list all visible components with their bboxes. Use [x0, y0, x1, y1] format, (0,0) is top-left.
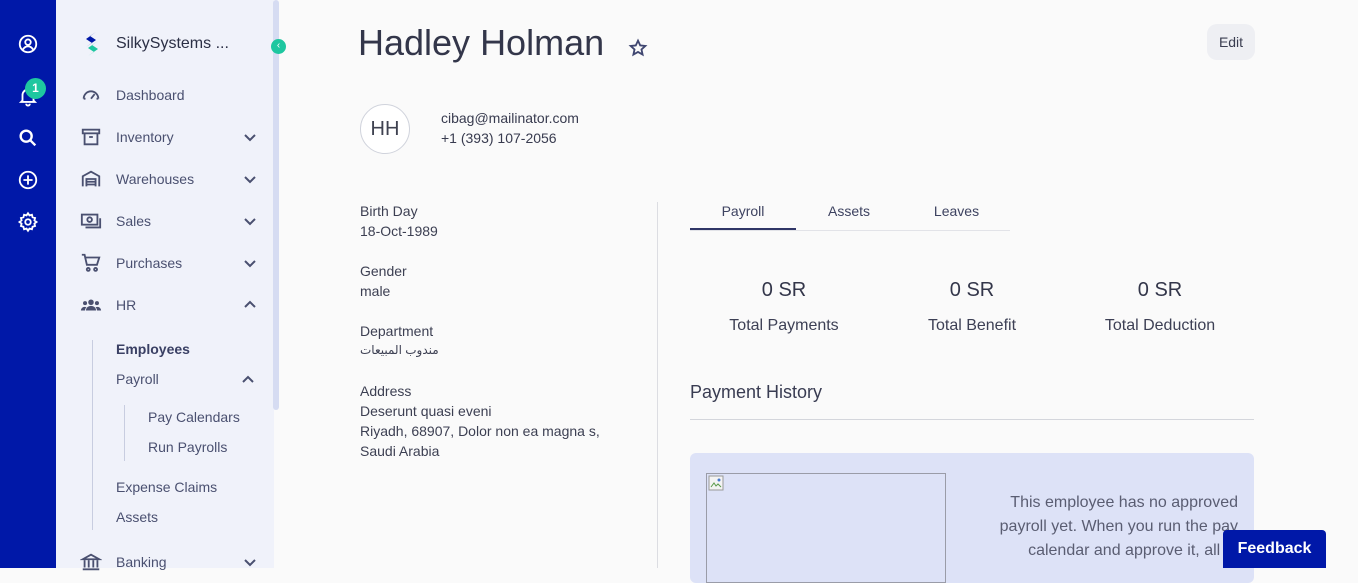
- submenu-line: [92, 340, 93, 530]
- sidebar-item-purchases[interactable]: Purchases: [80, 251, 260, 275]
- chevron-up-icon[interactable]: [240, 372, 256, 388]
- people-icon: [80, 294, 102, 316]
- sidebar-item-employees[interactable]: Employees: [116, 341, 190, 357]
- email-text: cibag@mailinator.com: [441, 110, 579, 126]
- empty-state-image: [706, 473, 946, 583]
- search-icon[interactable]: [17, 127, 39, 149]
- sidebar-item-payroll[interactable]: Payroll: [116, 371, 159, 387]
- sidebar-item-label: Sales: [116, 213, 152, 229]
- birthday-label: Birth Day: [360, 203, 418, 219]
- total-benefit-value: 0 SR: [949, 279, 995, 301]
- sidebar-item-label: Dashboard: [116, 87, 185, 103]
- brand[interactable]: SilkySystems ...: [82, 30, 229, 58]
- chevron-down-icon: [244, 218, 256, 226]
- birthday-value: 18-Oct-1989: [360, 223, 438, 239]
- brand-logo-icon: [86, 32, 98, 56]
- chevron-down-icon: [244, 260, 256, 268]
- sidebar-item-run-payrolls[interactable]: Run Payrolls: [148, 439, 227, 455]
- total-deduction-label: Total Deduction: [1104, 317, 1216, 334]
- divider: [657, 202, 658, 568]
- icon-rail: 1: [0, 0, 56, 568]
- address-line-2: Riyadh, 68907, Dolor non ea magna s,: [360, 423, 600, 439]
- sidebar-item-assets[interactable]: Assets: [116, 509, 158, 525]
- total-deduction-value: 0 SR: [1137, 279, 1183, 301]
- empty-state-text: This employee has no approved payroll ye…: [999, 494, 1238, 559]
- notification-badge: 1: [25, 78, 46, 99]
- address-line-1: Deserunt quasi eveni: [360, 403, 492, 419]
- speedometer-icon: [80, 84, 102, 106]
- bank-icon: [80, 551, 102, 573]
- phone-text: +1 (393) 107-2056: [441, 130, 557, 146]
- department-label: Department: [360, 323, 434, 339]
- divider: [690, 419, 1254, 420]
- address-line-3: Saudi Arabia: [360, 443, 440, 459]
- sidebar-item-expense-claims[interactable]: Expense Claims: [116, 479, 217, 495]
- gender-label: Gender: [360, 263, 407, 279]
- tabs-baseline: [690, 230, 1010, 231]
- submenu-line: [124, 405, 125, 461]
- gender-value: male: [360, 283, 391, 299]
- sidebar-item-label: HR: [116, 297, 137, 313]
- broken-image-icon: [708, 475, 724, 491]
- active-tab-indicator: [690, 228, 796, 230]
- add-circle-icon[interactable]: [17, 169, 39, 191]
- address-label: Address: [360, 383, 412, 399]
- account-circle-icon[interactable]: [17, 33, 39, 55]
- sidebar-item-sales[interactable]: Sales: [80, 209, 260, 233]
- total-benefit-label: Total Benefit: [927, 317, 1017, 334]
- edit-button[interactable]: Edit: [1207, 24, 1255, 60]
- tab-leaves[interactable]: Leaves: [903, 203, 1010, 219]
- feedback-button[interactable]: Feedback: [1223, 530, 1326, 568]
- total-payments-value: 0 SR: [761, 279, 807, 301]
- chevron-down-icon: [244, 176, 256, 184]
- sidebar-item-label: Inventory: [116, 129, 174, 145]
- avatar: HH: [360, 104, 410, 154]
- tab-payroll[interactable]: Payroll: [690, 203, 796, 219]
- sidebar-item-hr[interactable]: HR: [80, 293, 260, 317]
- chevron-up-icon: [244, 300, 256, 308]
- sidebar-item-pay-calendars[interactable]: Pay Calendars: [148, 409, 240, 425]
- sidebar-item-dashboard[interactable]: Dashboard: [80, 83, 260, 107]
- sidebar-item-inventory[interactable]: Inventory: [80, 125, 260, 149]
- sidebar-scrollbar[interactable]: [273, 0, 279, 410]
- sidebar-item-warehouses[interactable]: Warehouses: [80, 167, 260, 191]
- warehouse-icon: [80, 168, 102, 190]
- total-payments-label: Total Payments: [729, 317, 839, 334]
- cash-icon: [80, 210, 102, 232]
- page-title: Hadley Holman: [358, 22, 605, 63]
- department-value: مندوب المبيعات: [360, 343, 439, 357]
- payment-history-title: Payment History: [690, 382, 823, 402]
- star-icon[interactable]: [627, 37, 649, 59]
- collapse-sidebar-button[interactable]: ‹: [271, 39, 286, 54]
- archive-icon: [80, 126, 102, 148]
- brand-name: SilkySystems ...: [116, 35, 229, 52]
- sidebar-item-label: Warehouses: [116, 171, 195, 187]
- tab-assets[interactable]: Assets: [796, 203, 902, 219]
- sidebar-item-label: Purchases: [116, 255, 183, 271]
- sidebar-item-banking[interactable]: Banking: [80, 550, 260, 574]
- gear-icon[interactable]: [17, 211, 39, 233]
- cart-icon: [80, 252, 102, 274]
- chevron-down-icon: [244, 134, 256, 142]
